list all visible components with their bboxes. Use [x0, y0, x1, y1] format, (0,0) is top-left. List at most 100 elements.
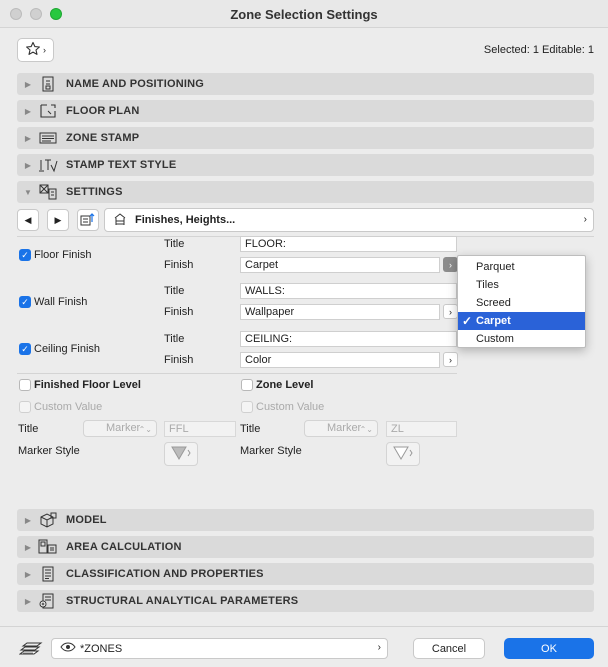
wall-finish-menu-button[interactable]: ›: [443, 304, 458, 319]
settings-icon: [38, 184, 58, 200]
page-list-button[interactable]: [77, 209, 99, 231]
cancel-button[interactable]: Cancel: [413, 638, 485, 659]
chevron-right-icon: ›: [377, 642, 381, 653]
section-label: AREA CALCULATION: [66, 541, 182, 553]
chevron-right-icon: ›: [449, 354, 452, 365]
title-bar: Zone Selection Settings: [0, 0, 608, 28]
floor-finish-label: Floor Finish: [34, 249, 92, 261]
disclosure-triangle-icon: ▶: [24, 160, 32, 170]
disclosure-triangle-icon: ▶: [24, 542, 32, 552]
section-label: CLASSIFICATION AND PROPERTIES: [66, 568, 264, 580]
ffl-title-label: Title: [18, 423, 39, 435]
checkmark-icon: ✓: [462, 314, 473, 328]
zl-custom-value-label: Custom Value: [256, 401, 325, 413]
disclosure-triangle-icon: ▶: [24, 569, 32, 579]
disclosure-triangle-icon: ▶: [24, 515, 32, 525]
disclosure-triangle-icon: ▶: [24, 596, 32, 606]
ceiling-finish-select-label: Finish: [164, 354, 194, 366]
floor-finish-field[interactable]: Carpet: [240, 257, 440, 273]
wall-finish-select-label: Finish: [164, 306, 194, 318]
zl-custom-value-checkbox[interactable]: [241, 401, 253, 413]
settings-page-label: Finishes, Heights...: [135, 214, 236, 226]
eye-icon: [60, 642, 76, 655]
footer-divider: [0, 626, 608, 627]
section-label: SETTINGS: [66, 186, 123, 198]
structural-icon: [38, 593, 58, 609]
wall-title-field[interactable]: WALLS:: [240, 283, 457, 299]
ffl-marker-style-button[interactable]: [164, 442, 198, 466]
wall-finish-checkbox[interactable]: ✓: [19, 296, 31, 308]
layer-value: *ZONES: [80, 642, 123, 655]
favorites-button[interactable]: ›: [17, 38, 54, 62]
finished-floor-level-checkbox[interactable]: [19, 379, 31, 391]
section-floor-plan[interactable]: ▶ FLOOR PLAN: [17, 100, 594, 122]
zone-level-checkbox[interactable]: [241, 379, 253, 391]
floor-title-field[interactable]: FLOOR:: [240, 236, 457, 252]
section-label: STAMP TEXT STYLE: [66, 159, 177, 171]
finish-option-carpet-label: Carpet: [476, 315, 511, 327]
section-classification-and-properties[interactable]: ▶ CLASSIFICATION AND PROPERTIES: [17, 563, 594, 585]
section-settings[interactable]: ▼ SETTINGS: [17, 181, 594, 203]
zl-title-field[interactable]: ZL: [386, 421, 457, 437]
section-label: ZONE STAMP: [66, 132, 140, 144]
section-label: NAME AND POSITIONING: [66, 78, 205, 90]
name-positioning-icon: [38, 76, 58, 92]
ok-button[interactable]: OK: [504, 638, 594, 659]
finish-option-carpet[interactable]: ✓ Carpet: [458, 312, 585, 330]
floor-finish-menu-button[interactable]: ›: [443, 257, 458, 272]
ffl-marker-value: Marker: [106, 422, 141, 434]
ceiling-finish-label: Ceiling Finish: [34, 343, 101, 355]
ffl-custom-value-label: Custom Value: [34, 401, 103, 413]
classification-icon: [38, 566, 58, 582]
triangle-right-icon: ▶: [54, 214, 62, 225]
section-label: STRUCTURAL ANALYTICAL PARAMETERS: [66, 595, 299, 607]
zone-level-label: Zone Level: [256, 379, 314, 391]
previous-page-button[interactable]: ◀: [17, 209, 39, 231]
section-zone-stamp[interactable]: ▶ ZONE STAMP: [17, 127, 594, 149]
floor-finish-checkbox[interactable]: ✓: [19, 249, 31, 261]
disclosure-triangle-icon: ▶: [24, 106, 32, 116]
section-label: MODEL: [66, 514, 107, 526]
layer-settings-icon[interactable]: [17, 639, 45, 659]
ffl-marker-select[interactable]: Marker ⌃⌄: [83, 420, 157, 437]
ffl-title-field[interactable]: FFL: [164, 421, 236, 437]
star-icon: [25, 41, 41, 60]
ceiling-finish-checkbox[interactable]: ✓: [19, 343, 31, 355]
section-model[interactable]: ▶ MODEL: [17, 509, 594, 531]
finish-option-screed[interactable]: Screed: [458, 294, 585, 312]
section-structural-analytical-parameters[interactable]: ▶ STRUCTURAL ANALYTICAL PARAMETERS: [17, 590, 594, 612]
wall-finish-field[interactable]: Wallpaper: [240, 304, 440, 320]
section-stamp-text-style[interactable]: ▶ STAMP TEXT STYLE: [17, 154, 594, 176]
layer-selector[interactable]: *ZONES ›: [51, 638, 388, 659]
zl-marker-value: Marker: [327, 422, 362, 434]
section-name-and-positioning[interactable]: ▶ NAME AND POSITIONING: [17, 73, 594, 95]
wall-title-label: Title: [164, 285, 185, 297]
zl-marker-style-button[interactable]: [386, 442, 420, 466]
floor-finish-select-label: Finish: [164, 259, 194, 271]
ffl-custom-value-checkbox[interactable]: [19, 401, 31, 413]
disclosure-triangle-icon: ▶: [24, 79, 32, 89]
marker-style-icon: [392, 445, 414, 464]
ffl-title-placeholder: FFL: [169, 423, 189, 435]
settings-page-selector[interactable]: Finishes, Heights... ›: [104, 208, 594, 232]
section-area-calculation[interactable]: ▶ AREA CALCULATION: [17, 536, 594, 558]
chevron-updown-icon: ⌃⌄: [359, 425, 373, 434]
text-style-icon: [38, 157, 58, 173]
finish-option-tiles[interactable]: Tiles: [458, 276, 585, 294]
chevron-updown-icon: ⌃⌄: [138, 425, 152, 434]
finishes-page-icon: [113, 212, 127, 229]
zl-title-label: Title: [240, 423, 261, 435]
section-label: FLOOR PLAN: [66, 105, 140, 117]
zl-marker-select[interactable]: Marker ⌃⌄: [304, 420, 378, 437]
next-page-button[interactable]: ▶: [47, 209, 69, 231]
floor-title-label: Title: [164, 238, 185, 250]
ffl-marker-style-label: Marker Style: [18, 445, 80, 457]
ceiling-finish-field[interactable]: Color: [240, 352, 440, 368]
chevron-right-icon: ›: [43, 45, 46, 55]
area-calculation-icon: [38, 539, 58, 555]
zl-title-placeholder: ZL: [391, 423, 404, 435]
finish-option-custom[interactable]: Custom: [458, 330, 585, 348]
ceiling-finish-menu-button[interactable]: ›: [443, 352, 458, 367]
ceiling-title-field[interactable]: CEILING:: [240, 331, 457, 347]
finish-option-parquet[interactable]: Parquet: [458, 258, 585, 276]
